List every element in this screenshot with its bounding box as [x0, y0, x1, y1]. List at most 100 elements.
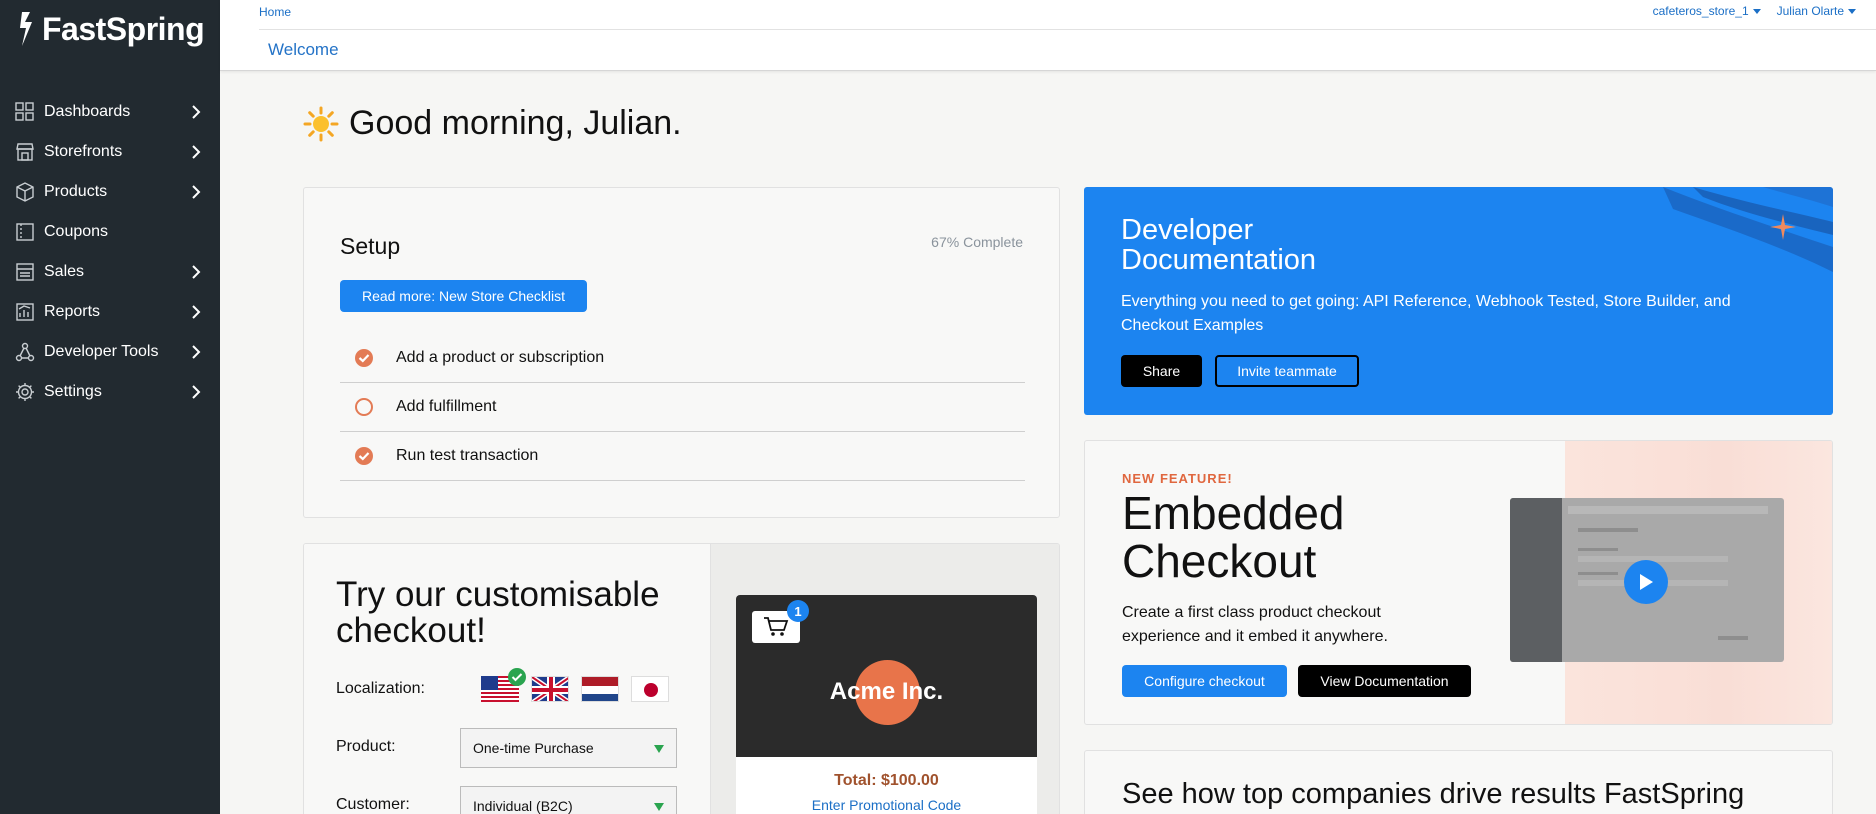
caret-down-icon	[654, 803, 664, 811]
embed-description: Create a first class product checkout ex…	[1122, 604, 1388, 645]
coupon-icon	[14, 221, 36, 243]
chevron-right-icon	[182, 385, 210, 399]
network-icon	[14, 341, 36, 363]
promo-code-link[interactable]: Enter Promotional Code	[736, 797, 1037, 813]
play-icon	[1640, 574, 1653, 590]
brand-logo[interactable]: FastSpring	[18, 10, 205, 48]
flag-nl[interactable]	[581, 676, 619, 702]
storefront-icon	[14, 141, 36, 163]
setup-title: Setup	[340, 233, 401, 259]
checkout-widget-preview: 1 Acme Inc. Total: $100.00 Enter Promoti…	[736, 595, 1037, 814]
box-icon	[14, 181, 36, 203]
sidebar-item-dashboards[interactable]: Dashboards	[0, 92, 220, 132]
developer-docs-card: Developer Documentation Everything you n…	[1084, 187, 1833, 415]
setup-checklist: Add a product or subscription Add fulfil…	[340, 334, 1025, 481]
sidebar-item-reports[interactable]: Reports	[0, 292, 220, 332]
sidebar-item-storefronts[interactable]: Storefronts	[0, 132, 220, 172]
product-label: Product:	[336, 738, 396, 755]
top-bar: Home cafeteros_store_1 Julian Olarte Wel…	[220, 0, 1876, 71]
setup-card: Setup 67% Complete Read more: New Store …	[303, 187, 1060, 518]
flag-jp[interactable]	[631, 676, 669, 702]
customer-label: Customer:	[336, 796, 410, 813]
sun-icon	[303, 106, 339, 141]
sidebar-item-label: Developer Tools	[44, 343, 159, 360]
customer-select[interactable]: Individual (B2C)	[460, 786, 677, 814]
gear-icon	[14, 381, 36, 403]
check-circle-icon	[355, 349, 373, 367]
sidebar-item-developer-tools[interactable]: Developer Tools	[0, 332, 220, 372]
widget-header: 1 Acme Inc.	[736, 595, 1037, 757]
brush-stroke-decoration	[1663, 187, 1833, 272]
checklist-item-label: Add a product or subscription	[396, 349, 605, 366]
checklist-item-label: Run test transaction	[396, 447, 539, 464]
divider	[259, 29, 1876, 30]
devdocs-title: Developer Documentation	[1121, 214, 1317, 276]
play-button[interactable]	[1624, 560, 1668, 604]
greeting: Good morning, Julian.	[303, 104, 682, 143]
share-button[interactable]: Share	[1121, 355, 1202, 387]
sidebar-item-label: Products	[44, 183, 108, 200]
store-selector-label: cafeteros_store_1	[1652, 4, 1749, 18]
embed-title: Embedded Checkout	[1122, 487, 1345, 587]
checklist-item[interactable]: Add a product or subscription	[340, 334, 1025, 383]
sales-icon	[14, 261, 36, 283]
demo-title: Try our customisable checkout!	[336, 575, 660, 650]
sidebar-item-label: Reports	[44, 303, 101, 320]
demo-options-panel: Try our customisable checkout! Localizat…	[304, 544, 711, 814]
customer-select-value: Individual (B2C)	[473, 798, 573, 814]
chevron-right-icon	[182, 265, 210, 279]
top-right-menus: cafeteros_store_1 Julian Olarte	[1653, 4, 1856, 18]
new-feature-tag: NEW FEATURE!	[1122, 471, 1233, 486]
sidebar: FastSpring Dashboards Storefronts Produc…	[0, 0, 220, 814]
view-documentation-button[interactable]: View Documentation	[1298, 665, 1471, 697]
checklist-item[interactable]: Run test transaction	[340, 432, 1025, 481]
checklist-item-label: Add fulfillment	[396, 398, 497, 415]
flag-us[interactable]	[481, 668, 526, 702]
chevron-right-icon	[182, 185, 210, 199]
caret-down-icon	[654, 745, 664, 753]
flag-uk[interactable]	[531, 676, 569, 702]
breadcrumb-home[interactable]: Home	[259, 5, 291, 19]
chevron-right-icon	[182, 105, 210, 119]
chevron-right-icon	[182, 305, 210, 319]
brand-name: FastSpring	[42, 10, 205, 47]
check-circle-icon	[355, 447, 373, 465]
case-studies-card: See how top companies drive results Fast…	[1084, 750, 1833, 814]
chevron-right-icon	[182, 145, 210, 159]
devdocs-description: Everything you need to get going: API Re…	[1121, 293, 1731, 334]
sidebar-item-label: Coupons	[44, 223, 109, 240]
cart-icon	[764, 617, 789, 636]
sidebar-item-products[interactable]: Products	[0, 172, 220, 212]
chevron-right-icon	[182, 345, 210, 359]
setup-progress: 67% Complete	[931, 234, 1023, 250]
store-selector[interactable]: cafeteros_store_1	[1653, 4, 1761, 18]
embedded-checkout-card: NEW FEATURE! Embedded Checkout Create a …	[1084, 440, 1833, 725]
user-menu-label: Julian Olarte	[1776, 4, 1844, 18]
caret-down-icon	[1848, 8, 1856, 14]
sidebar-item-label: Storefronts	[44, 143, 123, 160]
video-thumbnail[interactable]	[1510, 498, 1784, 662]
checklist-item[interactable]: Add fulfillment	[340, 383, 1025, 432]
sidebar-item-sales[interactable]: Sales	[0, 252, 220, 292]
sidebar-item-settings[interactable]: Settings	[0, 372, 220, 412]
product-select-value: One-time Purchase	[473, 740, 594, 756]
sidebar-item-label: Settings	[44, 383, 102, 400]
cart-count-badge: 1	[787, 600, 809, 622]
configure-checkout-button[interactable]: Configure checkout	[1122, 665, 1287, 697]
case-studies-title: See how top companies drive results Fast…	[1122, 778, 1745, 810]
greeting-text: Good morning, Julian.	[349, 104, 682, 142]
video-content-preview	[1568, 506, 1768, 640]
grid-icon	[14, 101, 36, 123]
invite-teammate-button[interactable]: Invite teammate	[1215, 355, 1359, 387]
store-checklist-button[interactable]: Read more: New Store Checklist	[340, 280, 587, 312]
sidebar-nav: Dashboards Storefronts Products Coupons	[0, 92, 220, 412]
sparkle-icon	[1770, 214, 1796, 240]
page-title: Welcome	[268, 40, 339, 59]
user-menu[interactable]: Julian Olarte	[1777, 4, 1856, 18]
selected-check-icon	[508, 668, 526, 686]
company-name: Acme Inc.	[829, 678, 944, 705]
empty-circle-icon	[355, 398, 373, 416]
sidebar-item-coupons[interactable]: Coupons	[0, 212, 220, 252]
sidebar-item-label: Dashboards	[44, 103, 131, 120]
product-select[interactable]: One-time Purchase	[460, 728, 677, 768]
